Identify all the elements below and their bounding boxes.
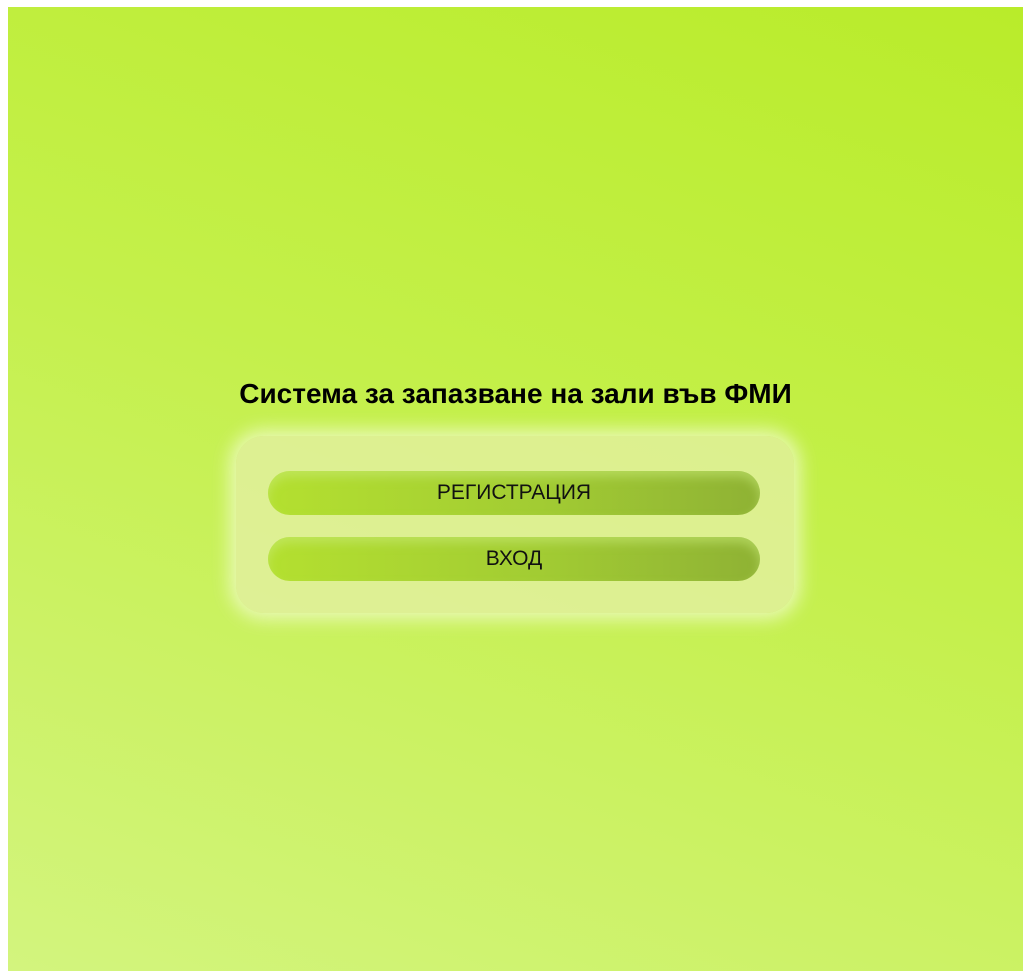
auth-card: РЕГИСТРАЦИЯ ВХОД — [236, 436, 794, 613]
register-button[interactable]: РЕГИСТРАЦИЯ — [268, 471, 760, 515]
page-background: Система за запазване на зали във ФМИ РЕГ… — [8, 7, 1023, 971]
page-title: Система за запазване на зали във ФМИ — [239, 378, 792, 409]
login-button[interactable]: ВХОД — [268, 537, 760, 581]
